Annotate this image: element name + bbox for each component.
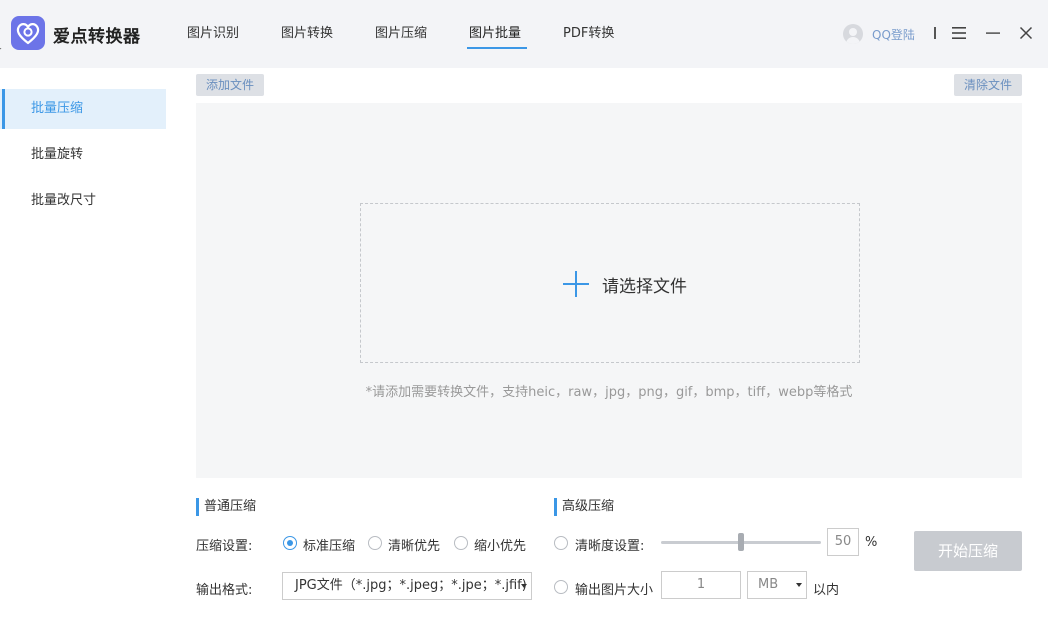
sidebar: 批量压缩 批量旋转 批量改尺寸: [0, 68, 166, 618]
chevron-down-icon: [796, 583, 802, 587]
output-size-label[interactable]: 输出图片大小: [575, 579, 653, 598]
clarity-unit: %: [865, 535, 878, 550]
radio-clarity-first[interactable]: [368, 536, 382, 550]
tab-pdf-convert[interactable]: PDF转换: [563, 22, 614, 41]
user-avatar-icon[interactable]: [843, 24, 863, 44]
sidebar-item-batch-resize[interactable]: 批量改尺寸: [0, 181, 166, 221]
radio-standard-compress[interactable]: [283, 536, 297, 550]
sidebar-item-batch-rotate[interactable]: 批量旋转: [0, 135, 166, 175]
select-file-prompt: 请选择文件: [602, 277, 687, 297]
clear-file-button[interactable]: 清除文件: [953, 74, 1022, 96]
menu-icon[interactable]: [950, 24, 968, 42]
tab-image-batch[interactable]: 图片批量: [469, 22, 521, 41]
active-tab-indicator: [467, 47, 527, 49]
supported-formats-hint: *请添加需要转换文件，支持heic，raw，jpg，png，gif，bmp，ti…: [365, 385, 853, 400]
size-suffix: 以内: [813, 583, 840, 598]
radio-size-first[interactable]: [454, 536, 468, 550]
normal-compress-title: 普通压缩: [196, 498, 256, 516]
title-bar: 爱点转换器 图片识别 图片转换 图片压缩 图片批量 PDF转换 QQ登陆: [0, 0, 1048, 68]
title-separator: [934, 27, 936, 39]
output-format-value: JPG文件（*.jpg；*.jpeg；*.jpe；*.jfif): [295, 578, 527, 593]
clarity-slider-thumb[interactable]: [738, 533, 744, 551]
edge-fragment: ▸: [0, 44, 2, 54]
plus-icon: [563, 271, 589, 297]
close-icon[interactable]: [1017, 24, 1035, 42]
tab-image-convert[interactable]: 图片转换: [281, 22, 333, 41]
radio-clarity-setting[interactable]: [554, 536, 568, 550]
clarity-slider[interactable]: [661, 533, 821, 551]
radio-standard-label[interactable]: 标准压缩: [303, 535, 355, 554]
file-drop-area[interactable]: 请选择文件 *请添加需要转换文件，支持heic，raw，jpg，png，gif，…: [196, 103, 1022, 478]
radio-clarity-label[interactable]: 清晰优先: [388, 535, 440, 554]
start-compress-button[interactable]: 开始压缩: [914, 531, 1022, 571]
app-logo-icon: [11, 16, 45, 50]
app-title: 爱点转换器: [53, 27, 141, 47]
qq-login-link[interactable]: QQ登陆: [872, 26, 915, 43]
output-format-label: 输出格式:: [196, 583, 253, 598]
add-file-button[interactable]: 添加文件: [196, 74, 265, 96]
clarity-setting-label[interactable]: 清晰度设置:: [575, 535, 644, 554]
output-size-input[interactable]: 1: [661, 571, 741, 599]
size-unit-value: MB: [758, 577, 779, 592]
advanced-compress-title: 高级压缩: [554, 498, 614, 516]
clarity-value-input[interactable]: 50: [827, 528, 859, 556]
tab-image-compress[interactable]: 图片压缩: [375, 22, 427, 41]
chevron-down-icon: [521, 584, 527, 588]
radio-size-label[interactable]: 缩小优先: [474, 535, 526, 554]
compress-setting-label: 压缩设置:: [196, 539, 253, 554]
output-format-select[interactable]: JPG文件（*.jpg；*.jpeg；*.jpe；*.jfif): [282, 572, 532, 600]
sidebar-item-batch-compress[interactable]: 批量压缩: [0, 89, 166, 129]
size-unit-select[interactable]: MB: [747, 571, 807, 599]
minimize-icon[interactable]: [984, 24, 1002, 42]
tab-image-recognition[interactable]: 图片识别: [187, 22, 239, 41]
main-panel: 添加文件 清除文件 请选择文件 *请添加需要转换文件，支持heic，raw，jp…: [166, 68, 1048, 618]
radio-output-size[interactable]: [554, 580, 568, 594]
select-file-box[interactable]: 请选择文件: [360, 203, 860, 363]
